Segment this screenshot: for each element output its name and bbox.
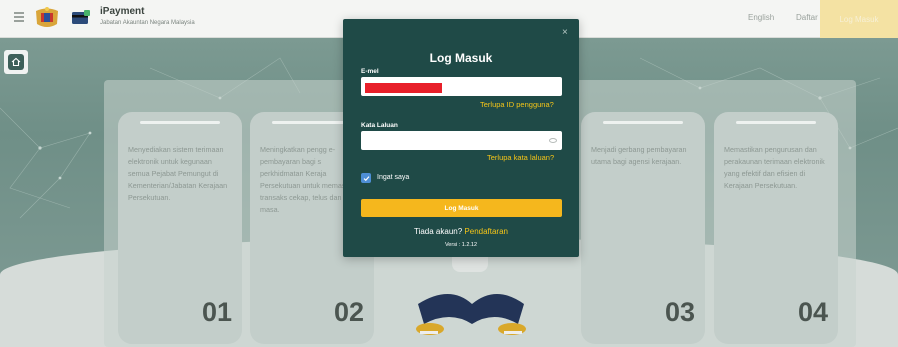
- home-button[interactable]: [4, 50, 28, 74]
- register-link[interactable]: Daftar: [796, 13, 818, 22]
- remember-me-label: Ingat saya: [377, 174, 410, 181]
- header-login-button[interactable]: Log Masuk: [820, 0, 898, 38]
- modal-title: Log Masuk: [429, 51, 493, 65]
- version-text: Versi : 1.2.12: [444, 242, 478, 248]
- no-account-label: Tiada akaun?: [413, 227, 463, 236]
- redacted-email: [365, 83, 442, 93]
- registration-link[interactable]: Pendaftaran: [464, 227, 508, 236]
- login-modal: × Log Masuk E-mel Terlupa ID pengguna? K…: [343, 19, 579, 257]
- card-bar: [736, 121, 816, 124]
- password-field[interactable]: [361, 131, 562, 150]
- malaysia-crest-logo: [36, 7, 58, 27]
- feature-text: Menyediakan sistem terimaan elektronik u…: [128, 145, 228, 202]
- close-icon[interactable]: ×: [562, 28, 568, 38]
- check-icon: [363, 175, 369, 181]
- login-submit-button[interactable]: Log Masuk: [361, 199, 562, 217]
- feature-text: Menjadi gerbang pembayaran utama bagi ag…: [591, 145, 687, 166]
- feature-card-3: Menjadi gerbang pembayaran utama bagi ag…: [581, 112, 705, 344]
- forgot-id-link[interactable]: Terlupa ID pengguna?: [480, 100, 554, 109]
- agency-name: Jabatan Akauntan Negara Malaysia: [100, 20, 195, 26]
- password-label: Kata Laluan: [361, 122, 398, 129]
- menu-icon[interactable]: [14, 12, 24, 22]
- forgot-password-link[interactable]: Terlupa kata laluan?: [487, 153, 554, 162]
- feature-text: Memastikan pengurusan dan perakaunan ter…: [724, 145, 825, 190]
- card-bar: [603, 121, 683, 124]
- feature-number: 04: [797, 297, 828, 327]
- card-bar: [272, 121, 352, 124]
- feature-number: 02: [333, 297, 364, 327]
- language-link[interactable]: English: [748, 13, 774, 22]
- card-bar: [140, 121, 220, 124]
- feature-number: 03: [664, 297, 695, 327]
- email-label: E-mel: [361, 68, 379, 75]
- app-title: iPayment: [100, 6, 145, 17]
- payment-card-logo: [72, 10, 90, 24]
- eye-icon[interactable]: [549, 138, 557, 143]
- remember-me-checkbox[interactable]: [361, 173, 371, 183]
- feature-card-1: Menyediakan sistem terimaan elektronik u…: [118, 112, 242, 344]
- feature-number: 01: [201, 297, 232, 327]
- no-account-text: Tiada akaun? Pendaftaran: [343, 227, 579, 236]
- home-icon: [8, 54, 24, 70]
- feature-card-4: Memastikan pengurusan dan perakaunan ter…: [714, 112, 838, 344]
